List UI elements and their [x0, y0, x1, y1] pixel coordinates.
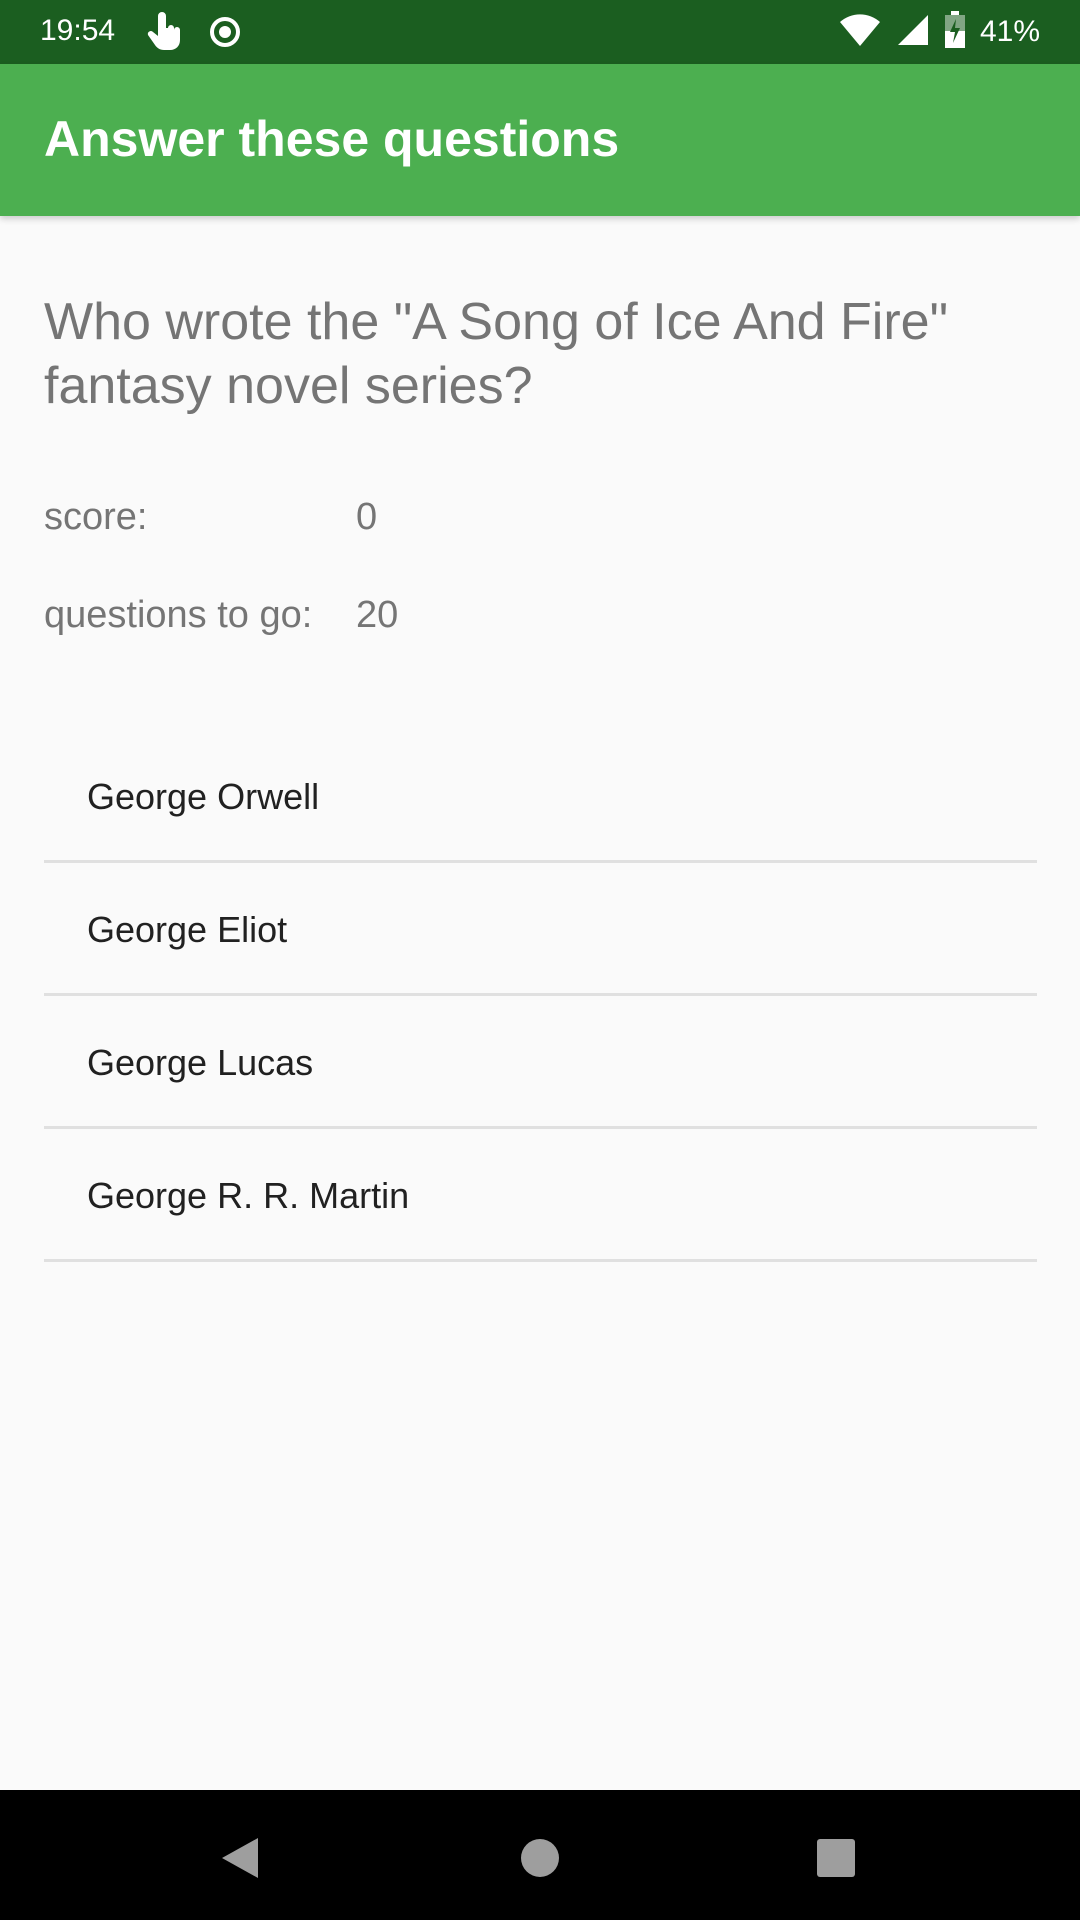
wifi-icon: [838, 12, 882, 52]
questions-to-go-value: 20: [356, 594, 399, 636]
answer-list: George Orwell George Eliot George Lucas …: [44, 730, 1037, 1262]
answer-option[interactable]: George Orwell: [44, 730, 1037, 863]
answer-label: George Lucas: [87, 1042, 314, 1083]
record-icon: [208, 12, 242, 52]
quiz-screen: 19:54 41% Answer these questions Who wro…: [0, 0, 1080, 1920]
app-bar: Answer these questions: [0, 64, 1080, 216]
battery-charging-icon: [944, 11, 966, 53]
home-icon: [519, 1837, 561, 1883]
navigation-bar: [0, 1790, 1080, 1920]
recents-button[interactable]: [806, 1830, 866, 1890]
back-icon: [218, 1834, 262, 1886]
home-button[interactable]: [510, 1830, 570, 1890]
score-label: score:: [44, 496, 148, 538]
answer-label: George R. R. Martin: [87, 1175, 410, 1216]
question-text: Who wrote the "A Song of Ice And Fire" f…: [44, 293, 949, 415]
status-bar: 19:54 41%: [0, 0, 1080, 64]
answer-option[interactable]: George Eliot: [44, 863, 1037, 996]
page-title: Answer these questions: [44, 111, 620, 167]
answer-option[interactable]: George Lucas: [44, 996, 1037, 1129]
answer-label: George Eliot: [87, 909, 288, 950]
battery-percent: 41%: [979, 15, 1040, 48]
cell-signal-icon: [896, 13, 930, 51]
answer-label: George Orwell: [87, 776, 320, 817]
answer-option[interactable]: George R. R. Martin: [44, 1129, 1037, 1262]
back-button[interactable]: [210, 1830, 270, 1890]
status-time: 19:54: [40, 14, 116, 47]
recents-icon: [815, 1837, 857, 1883]
score-value: 0: [356, 496, 378, 538]
questions-to-go-label: questions to go:: [44, 594, 313, 636]
touch-gesture-icon: [146, 12, 182, 52]
